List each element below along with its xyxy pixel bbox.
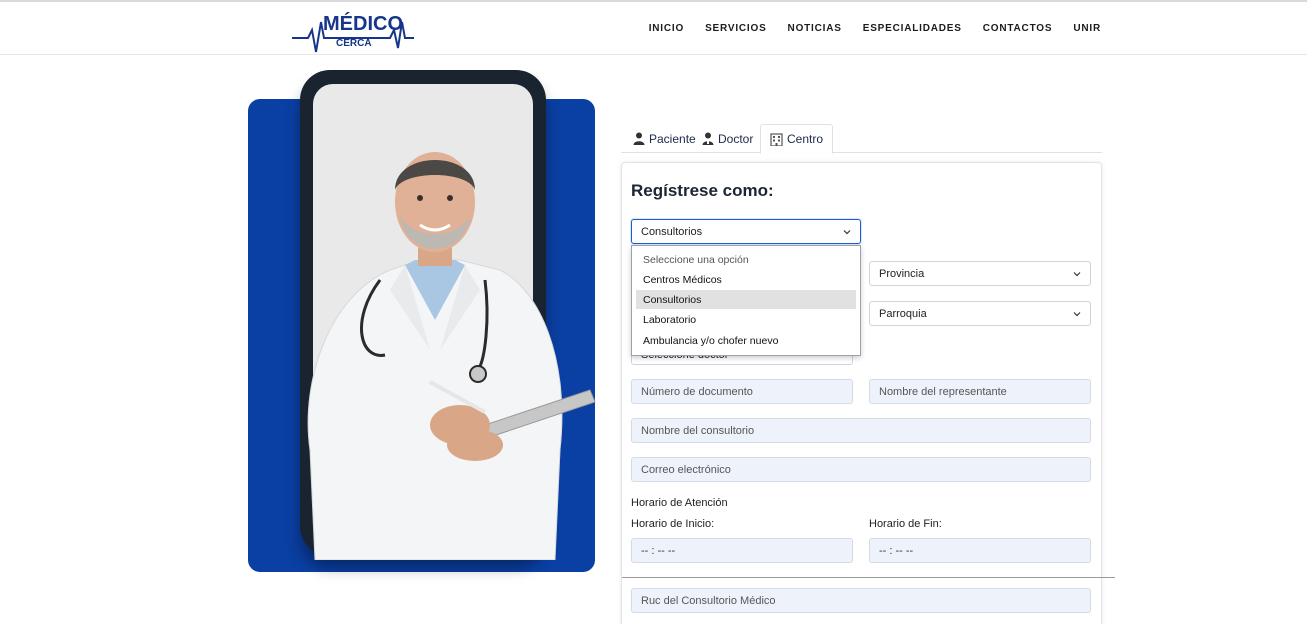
doctor-icon — [702, 132, 714, 145]
chevron-down-icon — [843, 229, 851, 234]
site-header: MÉDICO CERCA INICIO SERVICIOS NOTICIAS E… — [0, 2, 1307, 55]
tab-doctor[interactable]: Doctor — [702, 124, 753, 153]
parroquia-value: Parroquia — [879, 307, 927, 320]
horario-inicio-label: Horario de Inicio: — [631, 518, 715, 530]
center-type-value: Consultorios — [641, 225, 703, 238]
nav-especialidades[interactable]: ESPECIALIDADES — [863, 23, 962, 34]
ruc-input[interactable]: Ruc del Consultorio Médico — [631, 588, 1091, 613]
tab-doctor-label: Doctor — [718, 131, 754, 146]
nav-inicio[interactable]: INICIO — [649, 23, 684, 34]
nombre-representante-input[interactable]: Nombre del representante — [869, 379, 1091, 404]
center-type-dropdown: Seleccione una opción Centros Médicos Co… — [631, 245, 861, 356]
chevron-down-icon — [1073, 311, 1081, 316]
option-laboratorio[interactable]: Laboratorio — [636, 310, 856, 329]
option-centros-medicos[interactable]: Centros Médicos — [636, 270, 856, 289]
tab-centro-label: Centro — [787, 132, 824, 146]
nombre-consultorio-input[interactable]: Nombre del consultorio — [631, 418, 1091, 443]
user-icon — [633, 132, 645, 145]
numero-documento-input[interactable]: Número de documento — [631, 379, 853, 404]
logo-text-top: MÉDICO — [323, 12, 403, 35]
center-type-select[interactable]: Consultorios — [631, 219, 861, 244]
horario-label: Horario de Atención — [631, 497, 728, 509]
provincia-value: Provincia — [879, 267, 925, 280]
logo-text-bottom: CERCA — [336, 38, 372, 49]
horario-fin-label: Horario de Fin: — [869, 518, 942, 530]
chevron-down-icon — [1073, 271, 1081, 276]
tab-centro[interactable]: Centro — [760, 124, 834, 154]
horario-fin-input[interactable]: -- : -- -- — [869, 538, 1091, 563]
tab-paciente[interactable]: Paciente — [633, 124, 696, 153]
correo-input[interactable]: Correo electrónico — [631, 457, 1091, 482]
option-placeholder[interactable]: Seleccione una opción — [636, 250, 856, 269]
building-icon — [770, 132, 783, 146]
section-divider — [622, 577, 1115, 578]
nav-servicios[interactable]: SERVICIOS — [705, 23, 766, 34]
option-consultorios[interactable]: Consultorios — [636, 290, 856, 309]
doctor-illustration — [307, 152, 596, 560]
tab-paciente-label: Paciente — [649, 131, 696, 146]
nav-unir[interactable]: UNIR — [1073, 23, 1101, 34]
register-tabs: Paciente Doctor Centro — [621, 124, 1102, 154]
provincia-select[interactable]: Provincia — [869, 261, 1091, 286]
horario-inicio-input[interactable]: -- : -- -- — [631, 538, 853, 563]
medico-cerca-logo[interactable]: MÉDICO CERCA — [290, 8, 416, 54]
option-ambulancia[interactable]: Ambulancia y/o chofer nuevo — [636, 331, 856, 350]
form-title: Regístrese como: — [631, 181, 774, 200]
main-nav: INICIO SERVICIOS NOTICIAS ESPECIALIDADES… — [628, 23, 1101, 34]
parroquia-select[interactable]: Parroquia — [869, 301, 1091, 326]
nav-contactos[interactable]: CONTACTOS — [983, 23, 1053, 34]
nav-noticias[interactable]: NOTICIAS — [788, 23, 842, 34]
